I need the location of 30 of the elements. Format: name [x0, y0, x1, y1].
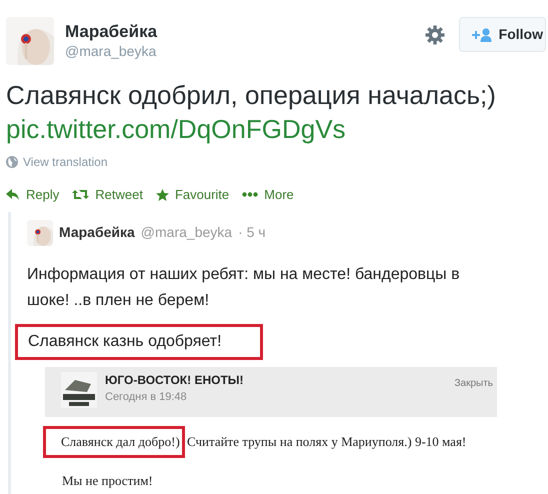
group-logo: [61, 372, 97, 408]
retweet-link[interactable]: Retweet: [72, 185, 143, 204]
more-link[interactable]: More: [242, 185, 294, 204]
author-name[interactable]: Марабейка: [65, 22, 158, 42]
group-name: ЮГО-ВОСТОК! ЕНОТЫ!: [105, 372, 244, 388]
author-handle[interactable]: @mara_beyka: [65, 42, 158, 60]
star-icon: [156, 188, 169, 201]
retweet-icon: [72, 189, 90, 200]
reply-link[interactable]: Reply: [6, 185, 60, 204]
image-link[interactable]: pic.twitter.com/DqOnFGDgVs: [0, 112, 548, 146]
reply-icon: [6, 188, 20, 201]
post-text: Считайте трупы на полях у Мариуполя.) 9-10 мая!: [187, 432, 466, 451]
post-closing-text: Мы не простим!: [62, 472, 154, 490]
more-icon: [242, 192, 258, 198]
highlighted-text: Славянск казнь одобряет!: [28, 332, 222, 352]
favourite-link[interactable]: Favourite: [156, 185, 230, 204]
view-translation-link[interactable]: View translation: [23, 153, 108, 171]
close-link[interactable]: Закрыть: [454, 376, 493, 390]
highlighted-text: Славянск дал добро!): [61, 432, 180, 451]
quoted-author-name: Марабейка: [59, 223, 135, 242]
follow-button[interactable]: Follow: [458, 17, 546, 52]
tweet-text: Славянск одобрил, операция началась;): [5, 79, 497, 112]
quoted-text: Информация от наших ребят: мы на месте! бандеровцы в шоке! ..в плен не берем!: [27, 264, 461, 310]
post-date: Сегодня в 19:48: [105, 390, 188, 404]
quoted-avatar: [27, 220, 53, 246]
globe-icon: [6, 156, 18, 168]
quoted-author-handle: @mara_beyka: [140, 223, 232, 242]
quoted-time: · 5 ч: [238, 223, 266, 242]
add-user-icon: [472, 28, 492, 42]
avatar: [6, 17, 54, 65]
